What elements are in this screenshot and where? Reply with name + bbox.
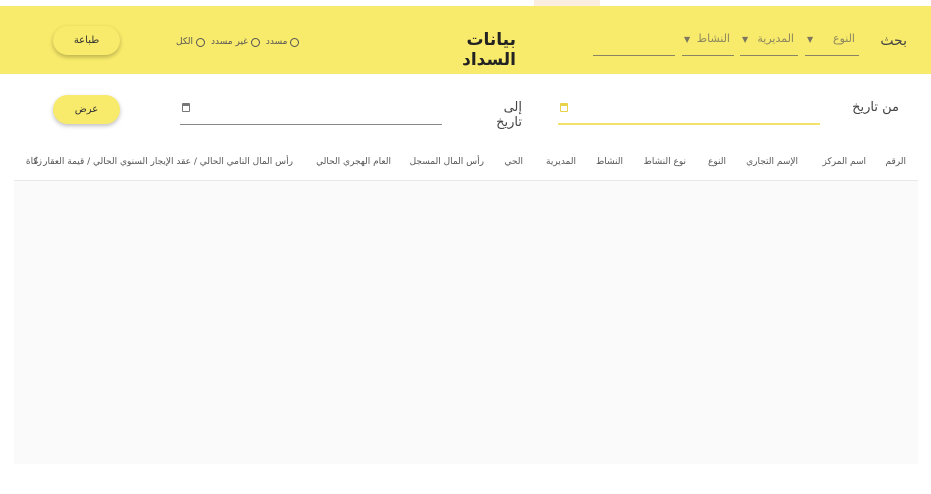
column-header[interactable]: اسم المركز [822,157,866,167]
column-header[interactable]: رأس المال النامي الحالي / عقد الإيجار ال… [43,157,293,167]
table-header: الرقم اسم المركز الإسم التجاري النوع نوع… [14,148,918,181]
column-header[interactable]: الحي [504,157,523,167]
radio-circle-icon [196,37,206,47]
column-header[interactable]: العام الهجري الحالي [316,157,391,167]
show-button[interactable]: عرض [53,95,120,124]
payment-status-radio-group: مسدد غير مسدد الكل [176,34,300,50]
radio-paid[interactable]: مسدد [266,37,300,47]
calendar-icon[interactable] [182,103,190,112]
search-label: بحث [880,33,907,49]
page-title: بيانات السداد [462,30,516,70]
activity-select-label: النشاط [696,32,730,45]
from-date-label: من تاريخ [852,100,899,115]
chevron-down-icon: ▼ [807,35,814,44]
column-header[interactable]: المديرية [546,157,576,167]
column-header[interactable]: رأس المال المسجل [410,157,484,167]
radio-paid-label: مسدد [265,37,288,47]
print-button[interactable]: طباعة [53,26,120,55]
from-date-input[interactable] [558,99,820,125]
activity-select[interactable]: النشاط ▼ [682,26,734,56]
column-header[interactable]: الإسم التجاري [746,157,798,167]
radio-circle-icon [290,37,300,47]
radio-unpaid[interactable]: غير مسدد [211,37,260,47]
to-date-input[interactable] [180,99,442,125]
column-header[interactable]: الرقم [885,157,906,167]
directorate-select-label: المديرية [757,32,794,45]
directorate-select[interactable]: المديرية ▼ [740,26,798,56]
column-header[interactable]: النشاط [596,157,623,167]
type-select-label: النوع [833,32,855,45]
blank-select[interactable] [593,26,675,56]
to-date-label: إلى تاريخ [496,100,522,130]
sort-arrow-down-icon[interactable]: ↓ [32,156,40,167]
header-notch [534,0,600,6]
radio-all[interactable]: الكل [176,37,206,47]
radio-unpaid-label: غير مسدد [211,37,248,47]
radio-all-label: الكل [176,37,194,47]
chevron-down-icon: ▼ [742,35,749,44]
column-header[interactable]: النوع [708,157,726,167]
column-header[interactable]: نوع النشاط [644,157,686,167]
radio-circle-icon [250,37,260,47]
chevron-down-icon: ▼ [684,35,691,44]
type-select[interactable]: النوع ▼ [805,26,859,56]
calendar-icon[interactable] [560,103,568,112]
payments-table: الرقم اسم المركز الإسم التجاري النوع نوع… [14,148,918,464]
